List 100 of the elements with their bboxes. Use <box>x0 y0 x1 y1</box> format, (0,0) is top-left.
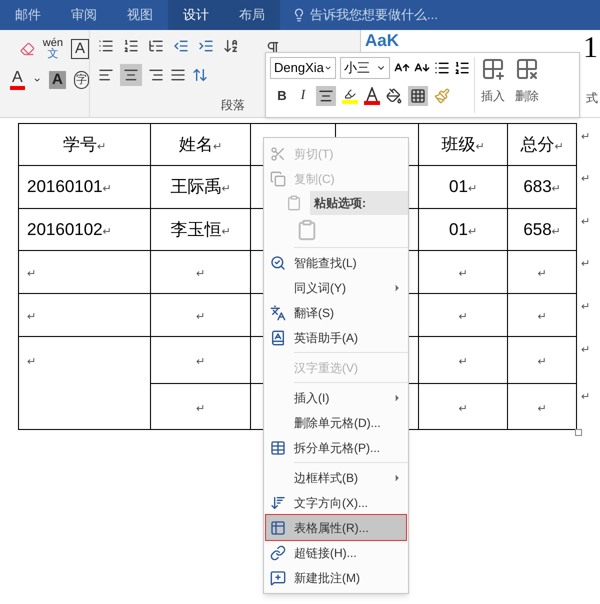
paragraph-mark: ↵ <box>458 402 468 415</box>
menu-item[interactable]: 删除单元格(D)... <box>266 410 406 435</box>
decrease-indent-icon[interactable] <box>173 38 189 54</box>
align-center-icon <box>318 88 334 104</box>
paragraph-mark: ↵ <box>102 183 112 196</box>
cell-text: 姓名 <box>179 134 213 154</box>
paragraph-mark: ↵ <box>196 311 205 324</box>
end-of-row-mark: ↵ <box>581 258 590 270</box>
table-delete-icon <box>515 57 539 81</box>
translate-icon <box>270 304 286 320</box>
menu-item[interactable]: 边框样式(B) <box>266 465 406 490</box>
lightbulb-icon <box>292 8 306 22</box>
group-label: 式 <box>586 90 598 107</box>
bullets-icon[interactable] <box>98 38 114 54</box>
phonetic-guide-button[interactable]: wén 文 <box>42 38 63 60</box>
group-label: 段落 <box>221 97 245 114</box>
paste-icon <box>286 195 302 211</box>
ribbon-tab[interactable]: 邮件 <box>0 0 56 30</box>
ribbon-tab[interactable]: 视图 <box>112 0 168 30</box>
paragraph-mark: ↵ <box>97 140 106 153</box>
borders-icon <box>410 88 426 104</box>
paragraph-mark: ↵ <box>554 140 564 153</box>
bullets-icon[interactable] <box>434 60 450 76</box>
table-resize-handle-icon[interactable] <box>575 429 582 436</box>
sort-icon[interactable] <box>223 38 239 54</box>
paint-bucket-icon[interactable] <box>386 88 402 104</box>
font-color-button[interactable]: A <box>10 70 25 90</box>
ribbon-tab[interactable]: 设计 <box>168 0 224 30</box>
end-of-row-mark: ↵ <box>581 130 590 142</box>
end-of-row-mark: ↵ <box>581 216 590 228</box>
paragraph-mark: ↵ <box>222 183 230 196</box>
paragraph-mark: ↵ <box>196 268 205 280</box>
numbering-icon[interactable] <box>123 38 139 54</box>
increase-indent-icon[interactable] <box>198 38 214 54</box>
paragraph-mark: ↵ <box>458 356 468 368</box>
font-size-field[interactable]: 小三 <box>340 57 390 79</box>
paragraph-mark: ↵ <box>196 402 205 415</box>
end-of-row-mark: ↵ <box>581 300 590 312</box>
paragraph-mark: ↵ <box>458 311 468 324</box>
paragraph-mark: ↵ <box>27 356 36 368</box>
menu-header: 粘贴选项: <box>310 191 408 215</box>
text-direction-icon <box>270 494 286 510</box>
ribbon-tab[interactable]: 审阅 <box>56 0 112 30</box>
paragraph-mark: ↵ <box>538 402 546 415</box>
menu-item[interactable]: 同义词(Y) <box>266 275 406 300</box>
menu-item[interactable]: 新建批注(M) <box>266 565 406 590</box>
cell-text: 班级 <box>442 134 476 154</box>
copy-icon <box>270 170 286 186</box>
paragraph-mark: ↵ <box>468 183 477 196</box>
justify-icon[interactable] <box>170 67 186 83</box>
enclose-character-button[interactable]: 字 <box>74 71 89 89</box>
font-name-field[interactable]: DengXia <box>270 57 336 79</box>
align-center-button[interactable] <box>120 64 142 86</box>
paragraph-mark: ↵ <box>27 311 36 324</box>
paragraph-mark: ↵ <box>27 268 36 280</box>
cell-text: 20160101 <box>27 177 103 196</box>
menu-item[interactable]: 英语助手(A) <box>266 325 406 350</box>
menu-item[interactable]: 拆分单元格(P)... <box>266 435 406 460</box>
italic-button[interactable]: I <box>296 85 310 106</box>
numbering-icon[interactable] <box>454 60 470 76</box>
align-right-icon[interactable] <box>148 67 164 83</box>
ribbon-tab[interactable]: 布局 <box>224 0 280 30</box>
paragraph-mark: ↵ <box>538 356 546 368</box>
line-spacing-icon[interactable] <box>192 67 208 83</box>
paragraph-mark: ↵ <box>196 356 205 368</box>
eraser-icon[interactable] <box>20 41 35 57</box>
style-preview[interactable]: AaK <box>365 32 400 50</box>
menu-item[interactable]: 表格属性(R)... <box>266 515 406 540</box>
align-center-button[interactable] <box>316 86 336 106</box>
menu-item[interactable]: 超链接(H)... <box>266 540 406 565</box>
align-left-icon[interactable] <box>98 67 114 83</box>
menu-item[interactable]: 插入(I) <box>266 385 406 410</box>
menu-item[interactable]: 智能查找(L) <box>266 250 406 275</box>
magnifier-icon <box>270 254 286 270</box>
multilevel-list-icon[interactable] <box>148 38 164 54</box>
cell-text: 王际禹 <box>170 177 222 196</box>
link-icon <box>270 544 286 560</box>
book-icon <box>270 330 286 346</box>
cell-text: 683 <box>523 177 552 196</box>
end-of-row-mark: ↵ <box>581 344 590 356</box>
paragraph-mark: ↵ <box>468 226 477 238</box>
bold-button[interactable]: B <box>274 86 290 106</box>
delete-button[interactable]: 删除 <box>515 57 539 113</box>
character-border-button[interactable]: A <box>70 39 89 59</box>
font-color-icon[interactable] <box>364 86 380 104</box>
cell-text: 658 <box>523 220 552 239</box>
insert-button[interactable]: 插入 <box>481 57 505 113</box>
paragraph-mark: ↵ <box>538 268 546 280</box>
tell-me-field[interactable]: 告诉我您想要做什么... <box>310 5 460 25</box>
menu-item[interactable]: 翻译(S) <box>266 300 406 325</box>
paragraph-mark: ↵ <box>102 226 112 238</box>
align-center-icon <box>123 67 139 83</box>
cell-text: 总分 <box>520 134 554 154</box>
highlighter-icon[interactable] <box>342 88 358 104</box>
character-shading-button[interactable]: A <box>48 71 66 89</box>
borders-button[interactable] <box>408 86 428 106</box>
scissors-icon <box>270 146 286 162</box>
style-preview[interactable]: 1 <box>583 32 600 64</box>
end-of-row-mark: ↵ <box>581 390 590 402</box>
menu-item[interactable]: 文字方向(X)... <box>266 490 406 515</box>
